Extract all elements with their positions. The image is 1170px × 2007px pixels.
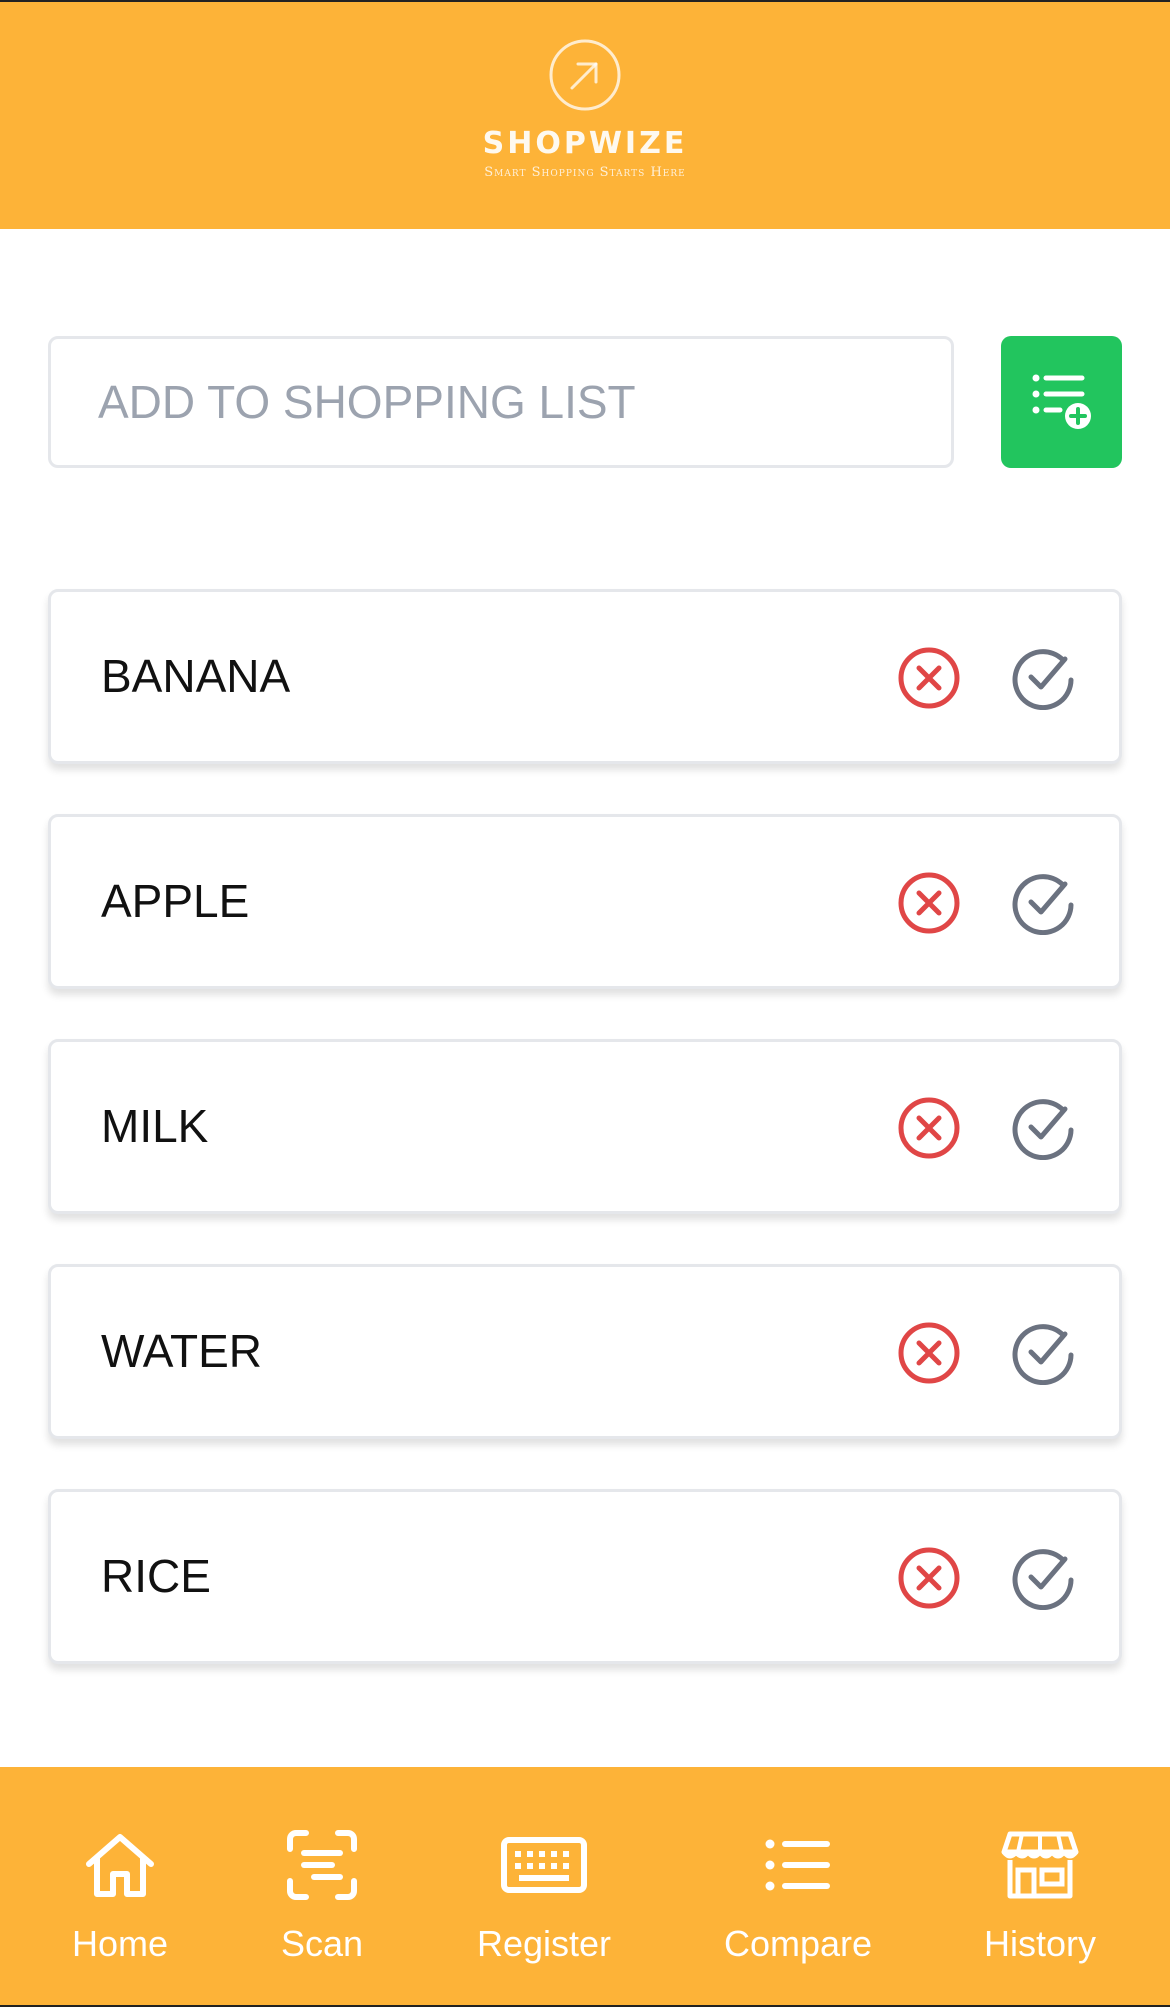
list-item: BANANA [48,589,1122,764]
store-icon [1001,1831,1079,1899]
item-label: WATER [101,1325,262,1377]
check-circle-icon[interactable] [1011,1321,1075,1385]
item-label: RICE [101,1550,211,1602]
home-icon [86,1834,154,1897]
x-circle-icon[interactable] [897,1546,961,1610]
check-circle-icon[interactable] [1011,1096,1075,1160]
check-circle-icon[interactable] [1011,646,1075,710]
add-item-input[interactable] [48,336,954,468]
nav-scan-label: Scan [280,1923,364,1964]
item-label: APPLE [101,875,250,927]
nav-register[interactable]: Register [465,1827,623,1965]
list-item: APPLE [48,814,1122,989]
x-circle-icon[interactable] [897,1321,961,1385]
logo-arrow-icon [549,39,621,111]
nav-register-label: Register [476,1923,612,1964]
item-label: BANANA [101,650,291,702]
list-item: WATER [48,1264,1122,1439]
list-add-icon [1032,374,1091,429]
shopping-list: BANANA APPLE MILK WATER RICE [48,589,1122,1714]
check-circle-icon[interactable] [1011,1546,1075,1610]
x-circle-icon[interactable] [897,871,961,935]
item-label: MILK [101,1100,209,1152]
app-header: SHOPWIZE Smart Shopping Starts Here [0,0,1170,229]
nav-compare-label: Compare [723,1923,873,1964]
nav-compare[interactable]: Compare [720,1827,876,1965]
list-item: RICE [48,1489,1122,1664]
nav-history-label: History [983,1923,1096,1964]
keyboard-icon [501,1837,587,1893]
list-item: MILK [48,1039,1122,1214]
check-circle-icon[interactable] [1011,871,1075,935]
x-circle-icon[interactable] [897,646,961,710]
bottom-nav: Home Scan Register Compare History [0,1767,1170,2007]
scan-icon [287,1830,357,1900]
list-icon [765,1839,830,1891]
nav-history[interactable]: History [980,1827,1100,1965]
logo: SHOPWIZE Smart Shopping Starts Here [0,38,1170,180]
nav-home[interactable]: Home [70,1827,170,1965]
add-to-list-button[interactable] [1001,336,1122,468]
logo-name: SHOPWIZE [482,126,688,161]
nav-home-label: Home [71,1923,169,1964]
nav-scan[interactable]: Scan [272,1827,372,1965]
x-circle-icon[interactable] [897,1096,961,1160]
logo-tagline: Smart Shopping Starts Here [484,165,686,180]
